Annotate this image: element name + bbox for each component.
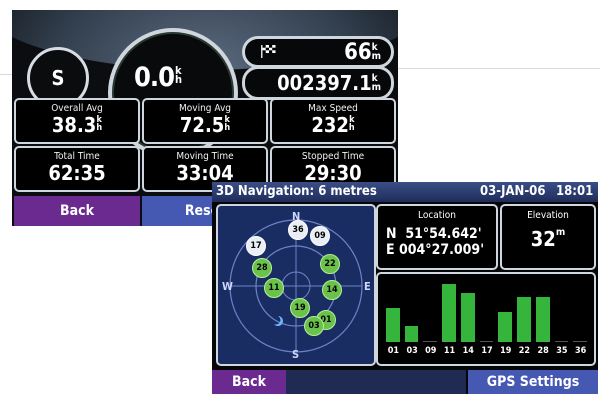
- signal-bar-label: 03: [406, 346, 418, 356]
- signal-bar: [535, 297, 550, 342]
- signal-bar: [386, 308, 400, 342]
- east-label: E: [364, 280, 371, 293]
- checkered-flag-icon: [261, 45, 276, 58]
- satellite-marker: 03: [304, 316, 324, 336]
- softkey-bar: [286, 370, 466, 394]
- stat-value: 38.3: [51, 113, 97, 137]
- gps-info-screen: 3D Navigation: 6 metres 03-JAN-06 18:01 …: [212, 182, 598, 394]
- trip-distance-value: 66: [344, 40, 372, 65]
- satellite-sky-view: N S E W 36 09 17 28 22 11 14 19 01 03: [216, 204, 376, 366]
- stat-value: 232: [311, 113, 349, 137]
- signal-bar-label: 36: [574, 346, 587, 356]
- signal-bar: [442, 284, 456, 342]
- satellite-marker: 19: [290, 298, 310, 318]
- signal-bar-label: 17: [481, 346, 493, 356]
- background-rule: [396, 68, 600, 69]
- signal-strength-panel: 01 03 09 11 14 17 19 22 28 35 36: [376, 272, 596, 366]
- trip-distance-field[interactable]: 66k m: [242, 36, 394, 68]
- stat-max-speed[interactable]: Max Speed 232k h: [270, 98, 396, 144]
- signal-bar: [479, 341, 494, 342]
- stat-value: 72.5: [179, 113, 225, 137]
- current-speed: 0.0k h: [134, 62, 182, 93]
- signal-bar: [404, 326, 419, 342]
- signal-bar: [517, 297, 531, 342]
- signal-bar-label: 09: [425, 346, 437, 356]
- elevation-label: Elevation: [527, 210, 569, 221]
- signal-bar-label: 22: [518, 346, 531, 356]
- signal-bar-label: 11: [443, 346, 456, 356]
- signal-bar-label: 35: [556, 346, 568, 356]
- longitude-value: 004°27.009': [399, 242, 485, 258]
- satellite-marker: 36: [288, 220, 308, 240]
- location-panel[interactable]: Location N 51°54.642' E 004°27.009': [376, 204, 498, 270]
- direction-letter: S: [51, 66, 65, 90]
- odometer-unit: km: [371, 73, 381, 93]
- satellite-marker: 28: [252, 258, 272, 278]
- longitude-row: E 004°27.009': [386, 242, 485, 258]
- satellite-marker: 22: [320, 254, 340, 274]
- signal-bar: [460, 293, 475, 342]
- latitude-row: N 51°54.642': [386, 226, 482, 242]
- signal-bar: [554, 341, 569, 342]
- speed-value: 0.0: [134, 62, 175, 93]
- gps-status-title: 3D Navigation: 6 metres: [216, 184, 377, 199]
- satellite-marker: 11: [264, 278, 284, 298]
- signal-bar-label: 28: [537, 346, 549, 356]
- gps-title-bar: 3D Navigation: 6 metres 03-JAN-06 18:01: [212, 182, 598, 202]
- signal-bar: [498, 312, 513, 342]
- south-label: S: [292, 348, 300, 361]
- gps-settings-button[interactable]: GPS Settings: [468, 370, 598, 394]
- elevation-unit: m: [555, 227, 566, 238]
- signal-bar: [423, 341, 438, 342]
- signal-bar: [573, 341, 587, 342]
- stat-overall-avg[interactable]: Overall Avg 38.3k h: [14, 98, 140, 144]
- satellite-marker: 17: [246, 236, 266, 256]
- odometer-value: 002397.1: [277, 71, 372, 95]
- back-button[interactable]: Back: [212, 370, 286, 394]
- signal-bar-label: 19: [500, 346, 512, 356]
- elevation-panel[interactable]: Elevation 32m: [500, 204, 596, 270]
- back-button[interactable]: Back: [14, 196, 140, 226]
- stat-total-time[interactable]: Total Time 62:35: [14, 146, 140, 192]
- satellite-marker: 09: [310, 226, 330, 246]
- signal-bars: [384, 280, 590, 342]
- stat-value: 62:35: [48, 161, 106, 185]
- distance-unit: km: [371, 42, 381, 62]
- signal-bar-label: 14: [462, 346, 474, 356]
- stat-moving-avg[interactable]: Moving Avg 72.5k h: [142, 98, 268, 144]
- latitude-value: 51°54.642': [405, 226, 482, 242]
- west-label: W: [222, 280, 233, 293]
- signal-bar-label: 01: [387, 346, 399, 356]
- gps-time: 18:01: [556, 184, 594, 199]
- signal-bar-labels: 01 03 09 11 14 17 19 22 28 35 36: [384, 346, 590, 360]
- odometer-field[interactable]: 002397.1k m: [242, 66, 394, 100]
- satellite-marker: 14: [322, 280, 342, 300]
- gps-date: 03-JAN-06: [480, 184, 546, 199]
- speed-unit: kh: [175, 64, 182, 86]
- location-label: Location: [417, 210, 457, 221]
- elevation-value: 32: [530, 227, 556, 251]
